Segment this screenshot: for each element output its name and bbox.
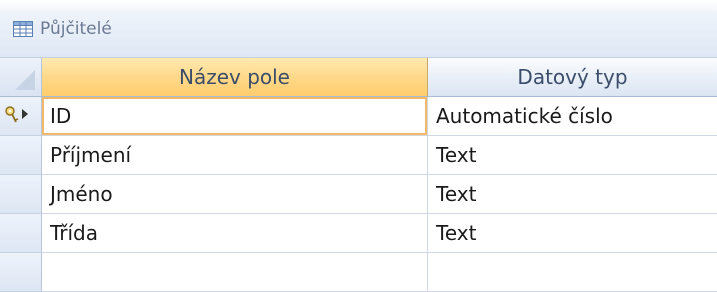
header-row: Název pole Datový typ	[0, 58, 717, 97]
field-name-cell[interactable]: Příjmení	[42, 136, 428, 175]
data-type-cell[interactable]: Text	[428, 214, 717, 253]
data-type-cell[interactable]	[428, 253, 717, 292]
table-row: Příjmení Text	[0, 136, 717, 175]
column-header-field-name[interactable]: Název pole	[42, 58, 428, 97]
row-selector[interactable]	[0, 253, 42, 292]
table-row: ID Automatické číslo	[0, 97, 717, 136]
corner-triangle-icon	[15, 70, 35, 90]
row-selector[interactable]	[0, 136, 42, 175]
table-row: Jméno Text	[0, 175, 717, 214]
table-row-new	[0, 253, 717, 292]
field-name-cell[interactable]	[42, 253, 428, 292]
table-icon	[13, 21, 33, 37]
data-type-cell[interactable]: Text	[428, 136, 717, 175]
row-selector[interactable]	[0, 175, 42, 214]
field-name-cell[interactable]: Jméno	[42, 175, 428, 214]
data-type-cell[interactable]: Automatické číslo	[428, 97, 717, 136]
field-name-cell[interactable]: Třída	[42, 214, 428, 253]
data-type-cell[interactable]: Text	[428, 175, 717, 214]
table-row: Třída Text	[0, 214, 717, 253]
table-tab[interactable]: Půjčitelé	[0, 0, 717, 58]
row-selector[interactable]	[0, 97, 42, 136]
field-name-cell[interactable]: ID	[42, 97, 428, 136]
primary-key-icon	[5, 106, 28, 123]
select-all-corner[interactable]	[0, 58, 42, 97]
table-title: Půjčitelé	[40, 19, 112, 39]
design-grid: Název pole Datový typ ID Automatické čís…	[0, 58, 717, 292]
column-header-data-type[interactable]: Datový typ	[428, 58, 717, 97]
row-selector[interactable]	[0, 214, 42, 253]
